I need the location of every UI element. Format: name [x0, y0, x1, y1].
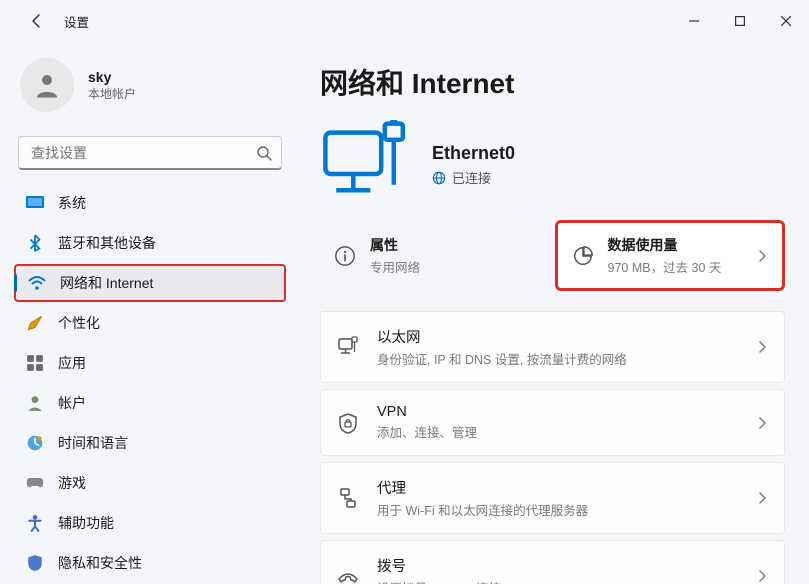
- maximize-button[interactable]: [717, 5, 763, 37]
- dialup-icon: [337, 565, 359, 584]
- profile-name: sky: [88, 69, 136, 85]
- setting-subtitle: 身份验证, IP 和 DNS 设置, 按流量计费的网络: [377, 349, 738, 368]
- titlebar: 设置: [0, 0, 809, 42]
- nav-label: 帐户: [58, 393, 86, 413]
- setting-subtitle: 用于 Wi-Fi 和以太网连接的代理服务器: [377, 500, 738, 519]
- proxy-icon: [337, 487, 359, 509]
- search-icon: [256, 145, 272, 161]
- setting-subtitle: 添加、连接、管理: [377, 422, 738, 441]
- nav-item-bluetooth[interactable]: 蓝牙和其他设备: [14, 224, 286, 262]
- chevron-right-icon: [756, 492, 768, 504]
- chevron-right-icon: [756, 417, 768, 429]
- system-icon: [26, 194, 44, 212]
- setting-subtitle: 设置拨号 Internet 连接: [377, 578, 738, 584]
- search-input[interactable]: [18, 136, 282, 170]
- nav-item-accessibility[interactable]: 辅助功能: [14, 504, 286, 542]
- data-usage-title: 数据使用量: [608, 235, 743, 255]
- window-title: 设置: [64, 12, 89, 31]
- search-wrap: [18, 136, 282, 170]
- ethernet-icon: [337, 336, 359, 358]
- nav-label: 个性化: [58, 313, 100, 333]
- setting-title: 拨号: [377, 555, 738, 576]
- chevron-right-icon: [756, 570, 768, 582]
- nav-item-brush[interactable]: 个性化: [14, 304, 286, 342]
- monitor-ethernet-icon: [320, 120, 410, 210]
- data-usage-subtitle: 970 MB，过去 30 天: [608, 257, 743, 276]
- nav-label: 应用: [58, 353, 86, 373]
- setting-ethernet[interactable]: 以太网 身份验证, IP 和 DNS 设置, 按流量计费的网络: [320, 311, 785, 383]
- nav-label: 时间和语言: [58, 433, 128, 453]
- brush-icon: [26, 314, 44, 332]
- back-button[interactable]: [22, 6, 52, 36]
- nav-item-wifi[interactable]: 网络和 Internet: [14, 264, 286, 302]
- profile-subtitle: 本地帐户: [88, 85, 136, 102]
- setting-proxy[interactable]: 代理 用于 Wi-Fi 和以太网连接的代理服务器: [320, 462, 785, 534]
- privacy-icon: [26, 554, 44, 572]
- chevron-right-icon: [756, 250, 768, 262]
- setting-title: 以太网: [377, 326, 738, 347]
- properties-card[interactable]: 属性 专用网络: [320, 220, 545, 291]
- setting-vpn[interactable]: VPN 添加、连接、管理: [320, 389, 785, 456]
- info-icon: [334, 245, 356, 267]
- sidebar: sky 本地帐户 系统 蓝牙和其他设备 网络和 Internet 个性化 应用: [0, 42, 300, 584]
- apps-icon: [26, 354, 44, 372]
- chevron-right-icon: [756, 341, 768, 353]
- window-controls: [671, 5, 809, 37]
- avatar: [20, 58, 74, 112]
- profile-block[interactable]: sky 本地帐户: [10, 42, 290, 130]
- account-icon: [26, 394, 44, 412]
- nav-item-apps[interactable]: 应用: [14, 344, 286, 382]
- nav-item-privacy[interactable]: 隐私和安全性: [14, 544, 286, 582]
- vpn-icon: [337, 412, 359, 434]
- data-usage-card[interactable]: 数据使用量 970 MB，过去 30 天: [555, 220, 786, 291]
- wifi-icon: [28, 274, 46, 292]
- nav-item-time[interactable]: 时间和语言: [14, 424, 286, 462]
- accessibility-icon: [26, 514, 44, 532]
- nav: 系统 蓝牙和其他设备 网络和 Internet 个性化 应用 帐户 时间和语言 …: [10, 184, 290, 582]
- properties-title: 属性: [370, 235, 531, 255]
- pie-chart-icon: [572, 245, 594, 267]
- close-button[interactable]: [763, 5, 809, 37]
- setting-dialup[interactable]: 拨号 设置拨号 Internet 连接: [320, 540, 785, 584]
- nav-item-account[interactable]: 帐户: [14, 384, 286, 422]
- page-title: 网络和 Internet: [320, 62, 785, 102]
- network-status: 已连接: [432, 168, 515, 187]
- nav-item-system[interactable]: 系统: [14, 184, 286, 222]
- setting-title: VPN: [377, 404, 738, 420]
- network-status-text: 已连接: [452, 168, 491, 187]
- minimize-button[interactable]: [671, 5, 717, 37]
- time-icon: [26, 434, 44, 452]
- nav-label: 游戏: [58, 473, 86, 493]
- network-hero: Ethernet0 已连接: [320, 120, 785, 210]
- properties-subtitle: 专用网络: [370, 257, 531, 276]
- globe-icon: [432, 171, 446, 185]
- bluetooth-icon: [26, 234, 44, 252]
- nav-label: 系统: [58, 193, 86, 213]
- nav-label: 蓝牙和其他设备: [58, 233, 156, 253]
- settings-list: 以太网 身份验证, IP 和 DNS 设置, 按流量计费的网络 VPN 添加、连…: [320, 311, 785, 584]
- game-icon: [26, 474, 44, 492]
- nav-item-game[interactable]: 游戏: [14, 464, 286, 502]
- main-content: 网络和 Internet Ethernet0 已连接: [300, 42, 809, 584]
- network-name: Ethernet0: [432, 143, 515, 164]
- setting-title: 代理: [377, 477, 738, 498]
- nav-label: 辅助功能: [58, 513, 114, 533]
- nav-label: 隐私和安全性: [58, 553, 142, 573]
- nav-label: 网络和 Internet: [60, 273, 153, 293]
